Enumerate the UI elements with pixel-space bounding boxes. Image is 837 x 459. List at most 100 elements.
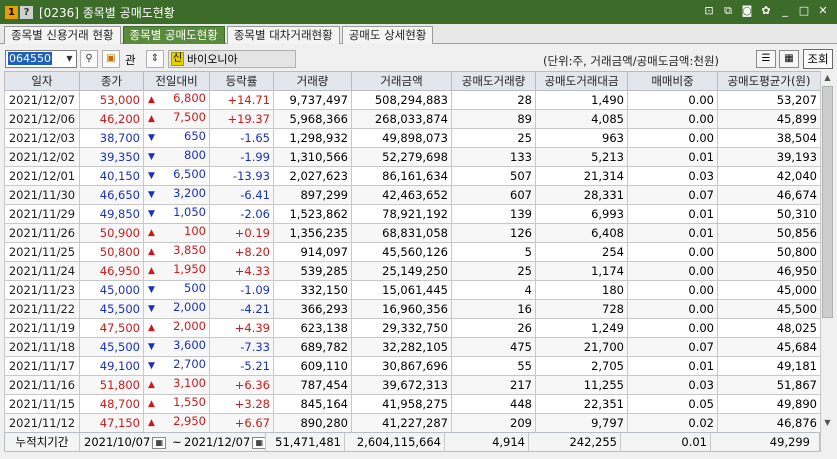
unit-label: (단위:주, 거래금액/공매도금액:천원) xyxy=(543,54,720,68)
col-short-volume[interactable]: 공매도거래량 xyxy=(451,71,536,91)
table-row[interactable]: 2021/12/03 38,700 ▼ 650 -1.65 1,298,932 49,898… xyxy=(4,127,821,148)
window-title: [0236] 종목별 공매도현황 xyxy=(39,5,175,20)
table-row[interactable]: 2021/11/17 49,100 ▼ 2,700 -5.21 609,110 30,867… xyxy=(4,355,821,376)
cell-amount: 16,960,356 xyxy=(351,298,452,319)
table-row[interactable]: 2021/12/07 53,000 ▲ 6,800 +14.71 9,737,497 508… xyxy=(4,89,821,110)
cell-change: ▲ 7,500 xyxy=(143,108,210,129)
calendar-icon[interactable]: ▦ xyxy=(152,436,167,449)
cell-close: 45,500 xyxy=(79,336,144,357)
camera-icon[interactable]: ◙ xyxy=(741,4,753,18)
col-volume[interactable]: 거래량 xyxy=(273,71,352,91)
cell-amount: 508,294,883 xyxy=(351,89,452,110)
watchlist-button[interactable]: 관 xyxy=(125,52,136,68)
search-icon[interactable]: ⚲ xyxy=(80,50,98,68)
cell-amount: 39,672,313 xyxy=(351,374,452,395)
table-row[interactable]: 2021/11/30 46,650 ▼ 3,200 -6.41 897,299 42,463… xyxy=(4,184,821,205)
cell-ratio: 0.00 xyxy=(627,317,718,338)
status-strip xyxy=(0,453,837,459)
col-short-amount[interactable]: 공매도거래대금 xyxy=(535,71,628,91)
cell-sa: 9,797 xyxy=(535,412,628,433)
cell-date: 2021/11/19 xyxy=(4,317,80,338)
triangle-up-icon: ▲ xyxy=(148,113,155,124)
list-icon[interactable]: ☰ xyxy=(756,50,776,68)
cell-volume: 366,293 xyxy=(273,298,352,319)
tab-short-selling[interactable]: 종목별 공매도현황 xyxy=(122,26,225,44)
table-row[interactable]: 2021/11/19 47,500 ▲ 2,000 +4.39 623,138 29,332… xyxy=(4,317,821,338)
cell-sa: 5,213 xyxy=(535,146,628,167)
tab-lending[interactable]: 종목별 대차거래현황 xyxy=(226,26,340,44)
stock-name-field: 신 바이오니아 xyxy=(168,50,296,68)
col-close[interactable]: 종가 xyxy=(79,71,144,91)
folder-icon[interactable]: ▣ xyxy=(102,50,120,68)
cell-ratio: 0.00 xyxy=(627,260,718,281)
col-ratio[interactable]: 매매비중 xyxy=(627,71,718,91)
stock-name: 바이오니아 xyxy=(187,53,238,66)
cell-close: 49,100 xyxy=(79,355,144,376)
triangle-up-icon: ▲ xyxy=(148,227,155,238)
minimize-icon[interactable]: _ xyxy=(779,4,791,18)
col-change[interactable]: 전일대비 xyxy=(143,71,210,91)
chevron-down-icon[interactable]: ▼ xyxy=(63,51,76,67)
triangle-down-icon: ▼ xyxy=(148,132,155,143)
excel-icon[interactable]: ▦ xyxy=(779,50,799,68)
table-row[interactable]: 2021/12/06 46,200 ▲ 7,500 +19.37 5,968,366 268… xyxy=(4,108,821,129)
up-down-icon[interactable]: ⇕ xyxy=(146,50,164,68)
cell-rate: -1.99 xyxy=(209,146,274,167)
scroll-up-icon[interactable]: ▲ xyxy=(821,71,834,85)
cell-close: 47,500 xyxy=(79,317,144,338)
cell-change: ▼ 3,600 xyxy=(143,336,210,357)
maximize-icon[interactable]: □ xyxy=(798,4,810,18)
date-from-field[interactable]: 2021/10/07 ▦ xyxy=(80,433,172,451)
table-row[interactable]: 2021/12/01 40,150 ▼ 6,500 -13.93 2,027,623 86,… xyxy=(4,165,821,186)
screen-number-badge[interactable]: 1 xyxy=(5,5,18,19)
table-row[interactable]: 2021/11/12 47,150 ▲ 2,950 +6.67 890,280 41,227… xyxy=(4,412,821,433)
cell-sa: 4,085 xyxy=(535,108,628,129)
scroll-thumb[interactable] xyxy=(822,86,833,318)
cell-sa: 2,705 xyxy=(535,355,628,376)
cell-volume: 1,523,862 xyxy=(273,203,352,224)
pin-icon[interactable]: ⊡ xyxy=(703,4,715,18)
table-row[interactable]: 2021/12/02 39,350 ▼ 800 -1.99 1,310,566 52,279… xyxy=(4,146,821,167)
tab-credit-trading[interactable]: 종목별 신용거래 현황 xyxy=(4,26,121,44)
cell-sa: 728 xyxy=(535,298,628,319)
table-row[interactable]: 2021/11/29 49,850 ▼ 1,050 -2.06 1,523,862 78,9… xyxy=(4,203,821,224)
gear-icon[interactable]: ✿ xyxy=(760,4,772,18)
copy-icon[interactable]: ⧉ xyxy=(722,4,734,18)
scroll-down-icon[interactable]: ▼ xyxy=(821,416,834,430)
cell-volume: 609,110 xyxy=(273,355,352,376)
cell-amount: 52,279,698 xyxy=(351,146,452,167)
cell-rate: -5.21 xyxy=(209,355,274,376)
help-icon[interactable]: ? xyxy=(20,5,33,19)
col-amount[interactable]: 거래금액 xyxy=(351,71,452,91)
query-button[interactable]: 조회 xyxy=(803,49,833,69)
tab-short-detail[interactable]: 공매도 상세현황 xyxy=(341,26,434,44)
cell-sv: 5 xyxy=(451,241,536,262)
table-row[interactable]: 2021/11/15 48,700 ▲ 1,550 +3.28 845,164 41,958… xyxy=(4,393,821,414)
table-row[interactable]: 2021/11/16 51,800 ▲ 3,100 +6.36 787,454 39,672… xyxy=(4,374,821,395)
col-date[interactable]: 일자 xyxy=(4,71,80,91)
cell-change: ▲ 2,000 xyxy=(143,317,210,338)
cell-avg: 42,040 xyxy=(717,165,821,186)
cell-avg: 46,876 xyxy=(717,412,821,433)
table-row[interactable]: 2021/11/23 45,000 ▼ 500 -1.09 332,150 15,061,4… xyxy=(4,279,821,300)
table-row[interactable]: 2021/11/22 45,500 ▼ 2,000 -4.21 366,293 16,960… xyxy=(4,298,821,319)
close-icon[interactable]: ✕ xyxy=(817,4,829,18)
vertical-scrollbar[interactable]: ▲ ▼ xyxy=(820,71,833,430)
date-to-field[interactable]: 2021/12/07 ▦ xyxy=(182,433,266,451)
col-rate[interactable]: 등락률 xyxy=(209,71,274,91)
triangle-up-icon: ▲ xyxy=(148,398,155,409)
table-row[interactable]: 2021/11/26 50,900 ▲ 100 +0.19 1,356,235 68,831… xyxy=(4,222,821,243)
cell-amount: 29,332,750 xyxy=(351,317,452,338)
calendar-icon[interactable]: ▦ xyxy=(252,436,265,449)
cell-change: ▼ 2,700 xyxy=(143,355,210,376)
cell-sv: 55 xyxy=(451,355,536,376)
cell-avg: 45,500 xyxy=(717,298,821,319)
col-short-avg[interactable]: 공매도평균가(원) xyxy=(717,71,821,91)
table-row[interactable]: 2021/11/25 50,800 ▲ 3,850 +8.20 914,097 45,560… xyxy=(4,241,821,262)
cell-amount: 78,921,192 xyxy=(351,203,452,224)
title-bar: 1 ? [0236] 종목별 공매도현황 ⊡ ⧉ ◙ ✿ _ □ ✕ xyxy=(0,0,837,24)
table-row[interactable]: 2021/11/18 45,500 ▼ 3,600 -7.33 689,782 32,282… xyxy=(4,336,821,357)
table-row[interactable]: 2021/11/24 46,950 ▲ 1,950 +4.33 539,285 25,149… xyxy=(4,260,821,281)
cell-date: 2021/12/03 xyxy=(4,127,80,148)
cell-change: ▼ 1,050 xyxy=(143,203,210,224)
